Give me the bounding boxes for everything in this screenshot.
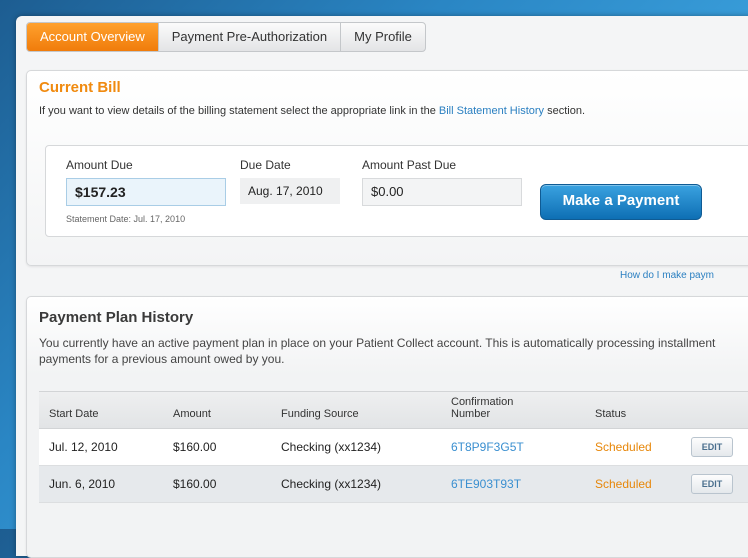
cell-start-date: Jul. 12, 2010: [49, 440, 118, 454]
table-row: Jul. 12, 2010 $160.00 Checking (xx1234) …: [39, 429, 748, 466]
bill-statement-history-link[interactable]: Bill Statement History: [439, 105, 544, 117]
make-payment-button[interactable]: Make a Payment: [540, 184, 702, 220]
due-date-label: Due Date: [240, 158, 291, 172]
col-confirmation-number: Confirmation Number: [451, 396, 514, 420]
tab-bar: Account Overview Payment Pre-Authorizati…: [26, 22, 426, 52]
edit-button[interactable]: EDIT: [691, 437, 733, 457]
amount-due-field[interactable]: $157.23: [66, 178, 226, 206]
payment-plan-title: Payment Plan History: [39, 309, 194, 326]
bill-summary-box: Amount Due $157.23 Statement Date: Jul. …: [45, 145, 748, 237]
amount-due-label: Amount Due: [66, 158, 133, 172]
tab-payment-pre-authorization[interactable]: Payment Pre-Authorization: [159, 23, 342, 51]
cell-status: Scheduled: [595, 440, 652, 454]
current-bill-description: If you want to view details of the billi…: [39, 105, 585, 117]
cell-amount: $160.00: [173, 477, 217, 491]
cell-funding-source: Checking (xx1234): [281, 477, 382, 491]
col-start-date: Start Date: [49, 408, 99, 420]
edit-button[interactable]: EDIT: [691, 474, 733, 494]
statement-date: Statement Date: Jul. 17, 2010: [66, 214, 186, 224]
col-status: Status: [595, 408, 627, 420]
how-to-pay-link[interactable]: How do I make paym: [620, 270, 714, 281]
cell-funding-source: Checking (xx1234): [281, 440, 382, 454]
payment-plan-table: Start Date Amount Funding Source Confirm…: [39, 391, 748, 503]
payment-plan-history-card: Payment Plan History You currently have …: [26, 296, 748, 558]
table-row: Jun. 6, 2010 $160.00 Checking (xx1234) 6…: [39, 466, 748, 503]
past-due-label: Amount Past Due: [362, 158, 457, 172]
desc-suffix: section.: [544, 105, 586, 117]
cell-confirmation[interactable]: 6TE903T93T: [451, 477, 521, 491]
past-due-field: $0.00: [362, 178, 522, 206]
cell-status: Scheduled: [595, 477, 652, 491]
payment-plan-description: You currently have an active payment pla…: [39, 336, 716, 366]
current-bill-card: Current Bill If you want to view details…: [26, 70, 748, 266]
col-amount: Amount: [173, 408, 211, 420]
desc-prefix: If you want to view details of the billi…: [39, 105, 439, 117]
col-funding-source: Funding Source: [281, 408, 359, 420]
tab-my-profile[interactable]: My Profile: [341, 23, 425, 51]
current-bill-title: Current Bill: [39, 79, 121, 96]
cell-start-date: Jun. 6, 2010: [49, 477, 116, 491]
cell-confirmation[interactable]: 6T8P9F3G5T: [451, 440, 524, 454]
table-header: Start Date Amount Funding Source Confirm…: [39, 391, 748, 429]
due-date-field: Aug. 17, 2010: [240, 178, 340, 204]
cell-amount: $160.00: [173, 440, 217, 454]
tab-account-overview[interactable]: Account Overview: [27, 23, 159, 51]
